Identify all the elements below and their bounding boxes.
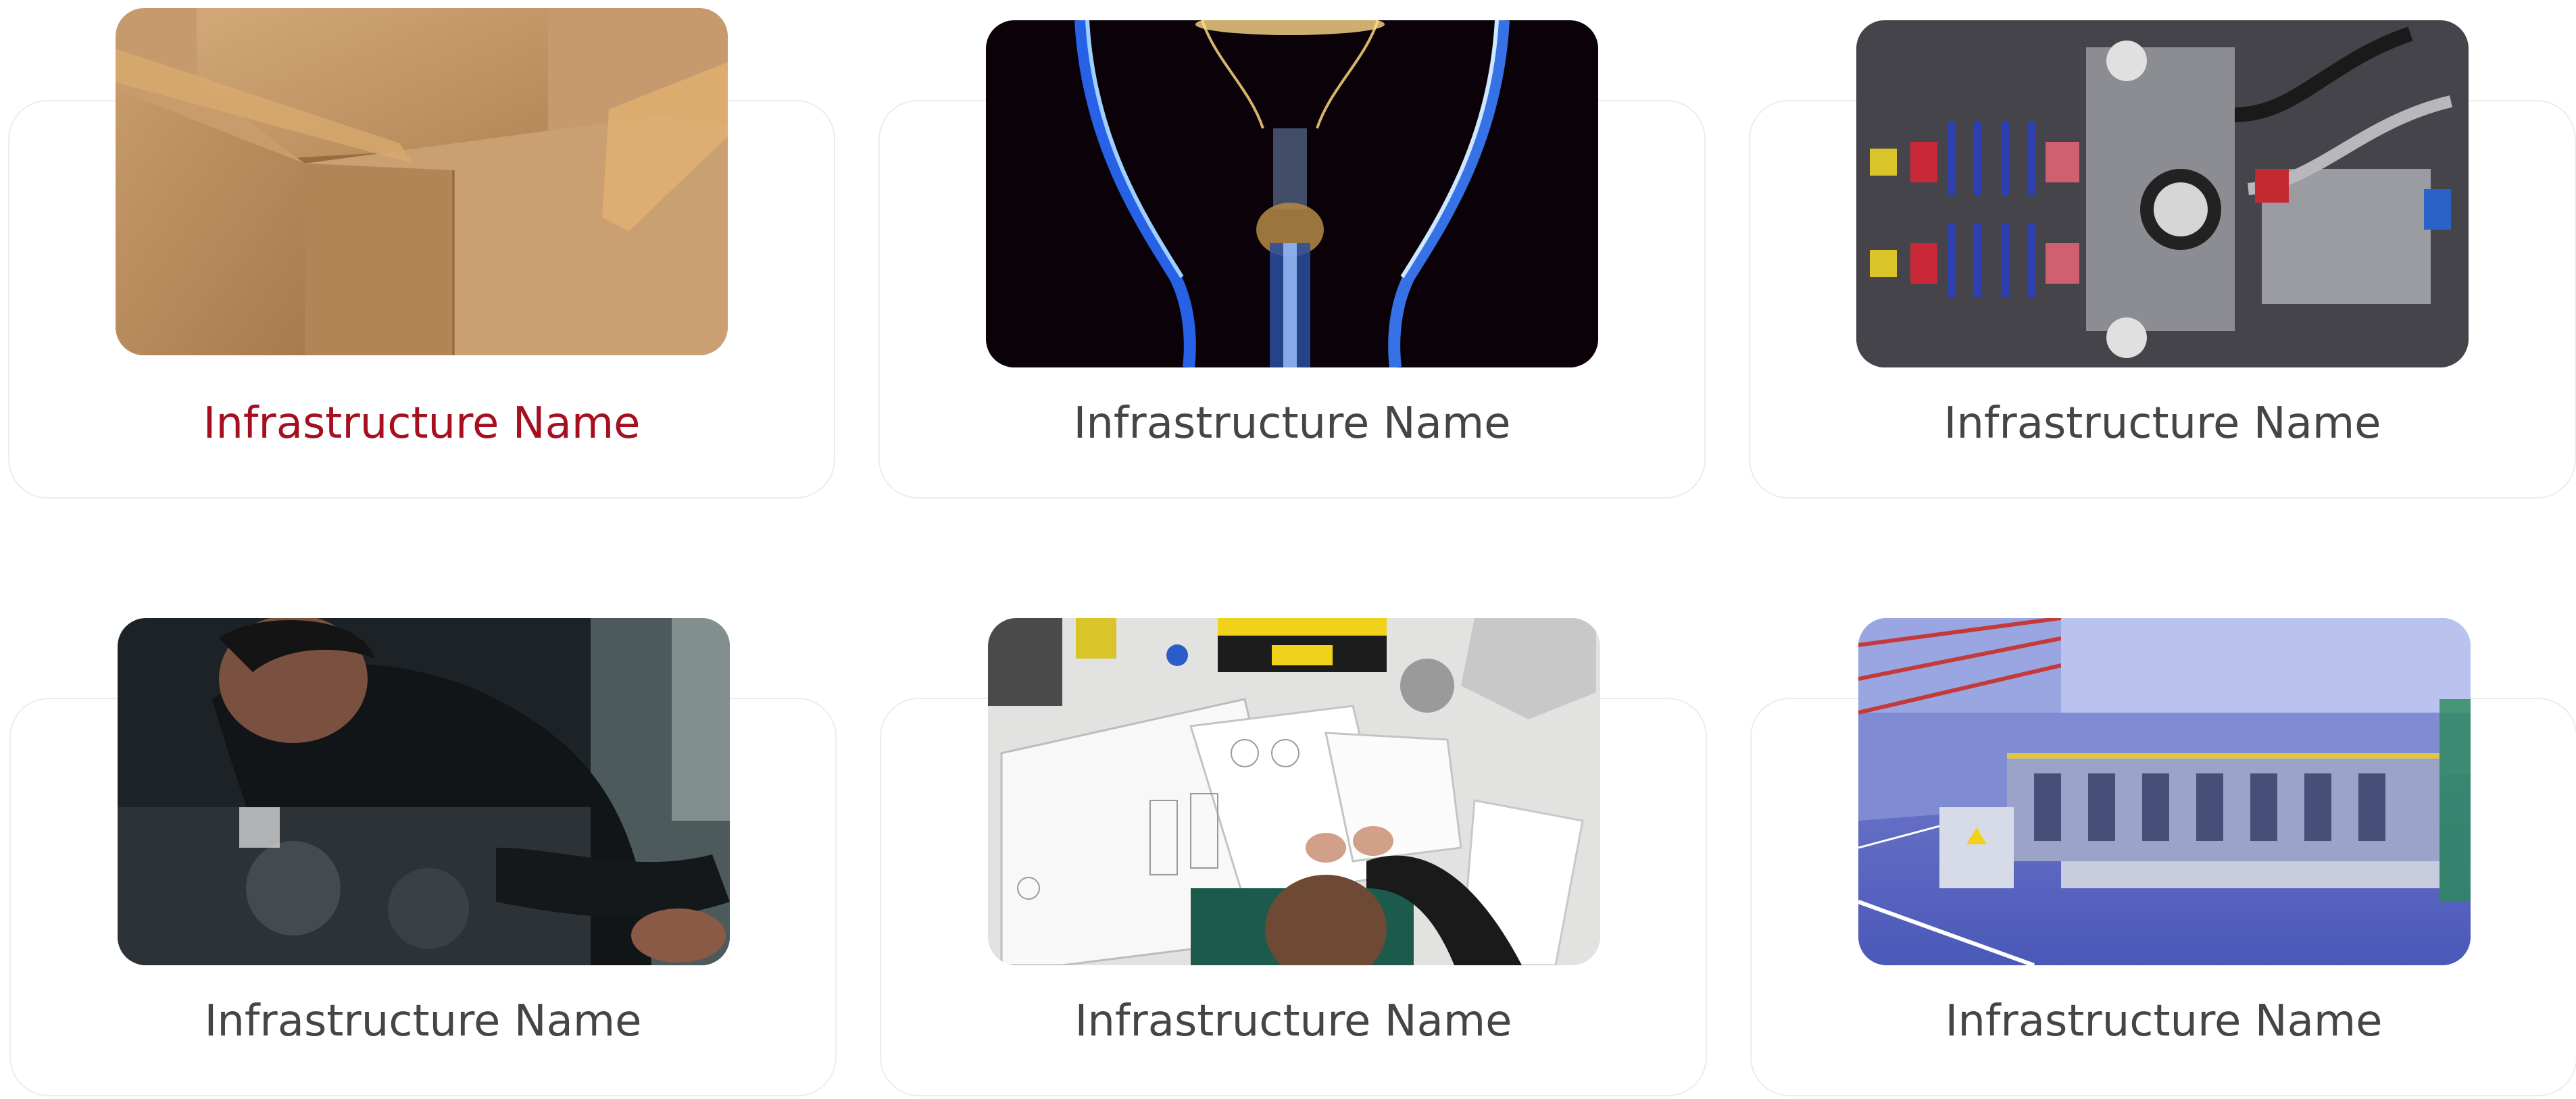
mechanic-at-work-image[interactable] (118, 618, 730, 965)
infrastructure-name-4[interactable]: Infrastructure Name (9, 994, 837, 1048)
light-bulb-filament-image[interactable] (986, 20, 1598, 367)
infrastructure-name-3[interactable]: Infrastructure Name (1749, 397, 2576, 451)
infrastructure-name-2[interactable]: Infrastructure Name (878, 397, 1706, 451)
factory-production-line-image[interactable] (1858, 618, 2471, 965)
technical-drawing-desk-image[interactable] (988, 618, 1600, 965)
machinery-suspension-image[interactable] (1856, 20, 2469, 367)
cardboard-boxes-image[interactable] (116, 8, 728, 355)
infrastructure-name-5[interactable]: Infrastructure Name (880, 994, 1707, 1048)
infrastructure-name-1[interactable]: Infrastructure Name (8, 397, 835, 451)
infrastructure-name-6[interactable]: Infrastructure Name (1750, 994, 2576, 1048)
